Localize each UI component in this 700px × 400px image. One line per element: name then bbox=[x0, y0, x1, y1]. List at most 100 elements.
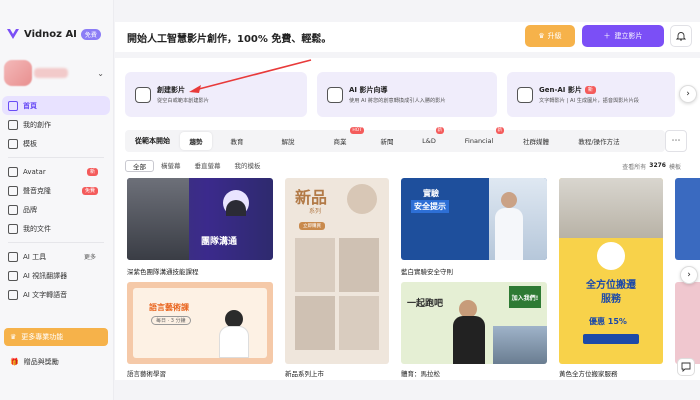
template-card[interactable]: 實驗 安全提示 bbox=[401, 178, 547, 260]
tab-tutorial[interactable]: 教程/操作方法 bbox=[564, 132, 634, 150]
sidebar-item-avatar[interactable]: Avatar 新 bbox=[2, 162, 110, 181]
template-thumbnail: 一起跑吧 加入我們! bbox=[401, 282, 547, 364]
gifts-and-rewards[interactable]: 🎁 贈品與獎勵 bbox=[4, 354, 108, 370]
tab-ld[interactable]: L&D 新 bbox=[408, 127, 450, 150]
template-caption: 語言藝術學習 bbox=[127, 370, 166, 378]
gift-label: 贈品與獎勵 bbox=[23, 358, 59, 366]
account-switcher[interactable]: ⌄ bbox=[4, 58, 108, 88]
home-icon bbox=[8, 100, 18, 111]
sidebar-item-my-creations[interactable]: 我的創作 bbox=[2, 115, 110, 134]
more-pro-features-button[interactable]: ♛ 更多專業功能 bbox=[4, 328, 108, 346]
sidebar: Vidnoz AI 免費 ⌄ 首頁 我的創作 模板 Avatar 新 聲音克隆 … bbox=[0, 0, 114, 400]
thumbnail-pill: 立即購買 bbox=[299, 222, 325, 230]
crown-icon: ♛ bbox=[538, 32, 545, 40]
ai-tools-icon bbox=[8, 251, 18, 262]
filter-my-templates[interactable]: 我的模板 bbox=[228, 160, 268, 172]
plus-icon: ＋ bbox=[603, 32, 611, 40]
thumbnail-badge: 加入我們! bbox=[509, 286, 541, 308]
support-chat-button[interactable] bbox=[677, 358, 695, 376]
category-tabs: 從範本開始 趨勢 教育 解說 商業 HOT 新聞 L&D 新 Financial… bbox=[125, 127, 665, 152]
sidebar-item-brand[interactable]: 品牌 bbox=[2, 200, 110, 219]
filter-all[interactable]: 全部 bbox=[125, 160, 154, 172]
chevron-down-icon: ⌄ bbox=[97, 68, 104, 78]
template-card[interactable]: 全方位搬遷 服務 優惠 15% bbox=[559, 178, 663, 364]
brand-logo[interactable]: Vidnoz AI 免費 bbox=[6, 28, 101, 40]
tab-label: L&D bbox=[422, 137, 436, 145]
template-caption: 體育：馬拉松 bbox=[401, 370, 440, 378]
notifications-button[interactable] bbox=[670, 25, 692, 47]
thumbnail-title: 實驗 bbox=[423, 189, 439, 198]
pro-button-label: 更多專業功能 bbox=[21, 333, 64, 341]
upgrade-button[interactable]: ♛ 升級 bbox=[525, 25, 575, 47]
sidebar-item-ai-tools[interactable]: AI 工具 更多 bbox=[2, 247, 110, 266]
view-all-link[interactable]: 查看所有 3276 模板 bbox=[622, 162, 681, 171]
sidebar-item-label: 聲音克隆 bbox=[23, 186, 51, 195]
sidebar-item-label: AI 工具 bbox=[23, 252, 47, 261]
presenter-coat bbox=[495, 208, 523, 260]
template-card[interactable]: 團隊溝通 bbox=[127, 178, 273, 268]
chevron-right-icon: › bbox=[687, 270, 691, 280]
new-badge: 新 bbox=[584, 86, 596, 94]
new-badge: 新 bbox=[435, 127, 444, 134]
template-caption: 黃色全方位搬家服務 bbox=[559, 370, 618, 378]
template-card-peek[interactable] bbox=[675, 178, 700, 260]
avatar-icon bbox=[8, 166, 18, 177]
tab-news[interactable]: 新聞 bbox=[366, 132, 408, 150]
more-link[interactable]: 更多 bbox=[84, 252, 96, 261]
sidebar-item-my-files[interactable]: 我的文件 bbox=[2, 219, 110, 238]
voice-icon bbox=[8, 185, 18, 196]
sidebar-item-voice-clone[interactable]: 聲音克隆 免費 bbox=[2, 181, 110, 200]
office-photo bbox=[127, 178, 189, 260]
divider bbox=[8, 242, 104, 243]
template-thumbnail: 團隊溝通 bbox=[127, 178, 273, 260]
chevron-right-icon: › bbox=[686, 89, 690, 99]
feature-gen-ai[interactable]: Gen-AI 影片 新 文字轉影片 | AI 生成圖片，語音與影片片段 bbox=[507, 72, 675, 117]
template-card[interactable]: 一起跑吧 加入我們! bbox=[401, 282, 547, 364]
translate-icon bbox=[8, 270, 18, 281]
tab-trending[interactable]: 趨勢 bbox=[180, 132, 212, 150]
sidebar-item-video-translator[interactable]: AI 視訊翻譯器 bbox=[2, 266, 110, 285]
tab-business[interactable]: 商業 HOT bbox=[314, 127, 366, 150]
thumbnail-title: 全方位搬遷 bbox=[586, 280, 636, 291]
template-unit: 模板 bbox=[668, 163, 681, 171]
sidebar-item-tts[interactable]: AI 文字轉語音 bbox=[2, 285, 110, 304]
feature-ai-wizard[interactable]: AI 影片向導 使用 AI 將您的創意轉換成引人入勝的影片 bbox=[317, 72, 497, 117]
template-thumbnail: 全方位搬遷 服務 優惠 15% bbox=[559, 178, 663, 364]
templates-next-button[interactable]: › bbox=[680, 266, 698, 284]
create-video-button[interactable]: ＋ 建立影片 bbox=[582, 25, 664, 47]
thumbnail-title: 一起跑吧 bbox=[407, 299, 444, 309]
template-card[interactable]: 新品 系列 立即購買 bbox=[285, 178, 389, 364]
runners-photo bbox=[493, 326, 547, 364]
divider bbox=[8, 157, 104, 158]
feature-subtitle: 使用 AI 將您的創意轉換成引人入勝的影片 bbox=[349, 98, 446, 104]
fashion-photo bbox=[339, 238, 379, 292]
view-all-label: 查看所有 bbox=[622, 163, 647, 171]
template-count: 3276 bbox=[649, 161, 666, 169]
features-next-button[interactable]: › bbox=[679, 85, 697, 103]
filter-landscape[interactable]: 橫螢幕 bbox=[154, 160, 188, 172]
sidebar-item-templates[interactable]: 模板 bbox=[2, 134, 110, 153]
sidebar-item-home[interactable]: 首頁 bbox=[2, 96, 110, 115]
filter-portrait[interactable]: 垂直螢幕 bbox=[188, 160, 228, 172]
fashion-photo bbox=[295, 238, 335, 292]
template-card-peek[interactable] bbox=[675, 282, 700, 364]
fashion-photo bbox=[339, 296, 379, 350]
tab-label: Financial bbox=[464, 137, 494, 145]
tab-financial[interactable]: Financial 新 bbox=[450, 127, 508, 150]
more-categories-button[interactable]: ⋯ bbox=[665, 130, 687, 152]
template-card[interactable]: 語言藝術課 每日 · 3 分鐘 bbox=[127, 282, 273, 364]
tab-explainer[interactable]: 解說 bbox=[262, 132, 314, 150]
thumbnail-offer: 優惠 15% bbox=[589, 317, 627, 326]
feature-subtitle: 從空白或範本創建影片 bbox=[157, 98, 209, 104]
content-panel: 創建影片 從空白或範本創建影片 AI 影片向導 使用 AI 將您的創意轉換成引人… bbox=[115, 58, 700, 380]
brand-icon bbox=[8, 204, 18, 215]
thumbnail-cta bbox=[583, 334, 639, 344]
presenter-body bbox=[453, 316, 485, 364]
category-label: 從範本開始 bbox=[135, 137, 170, 145]
sidebar-nav-primary: 首頁 我的創作 模板 Avatar 新 聲音克隆 免費 品牌 我的文件 AI 工… bbox=[2, 96, 110, 304]
tab-social-media[interactable]: 社群媒體 bbox=[508, 132, 564, 150]
fashion-photo bbox=[295, 296, 335, 350]
tab-education[interactable]: 教育 bbox=[212, 132, 262, 150]
filter-row: 全部 橫螢幕 垂直螢幕 我的模板 查看所有 3276 模板 bbox=[125, 159, 695, 173]
sidebar-item-label: Avatar bbox=[23, 167, 46, 176]
